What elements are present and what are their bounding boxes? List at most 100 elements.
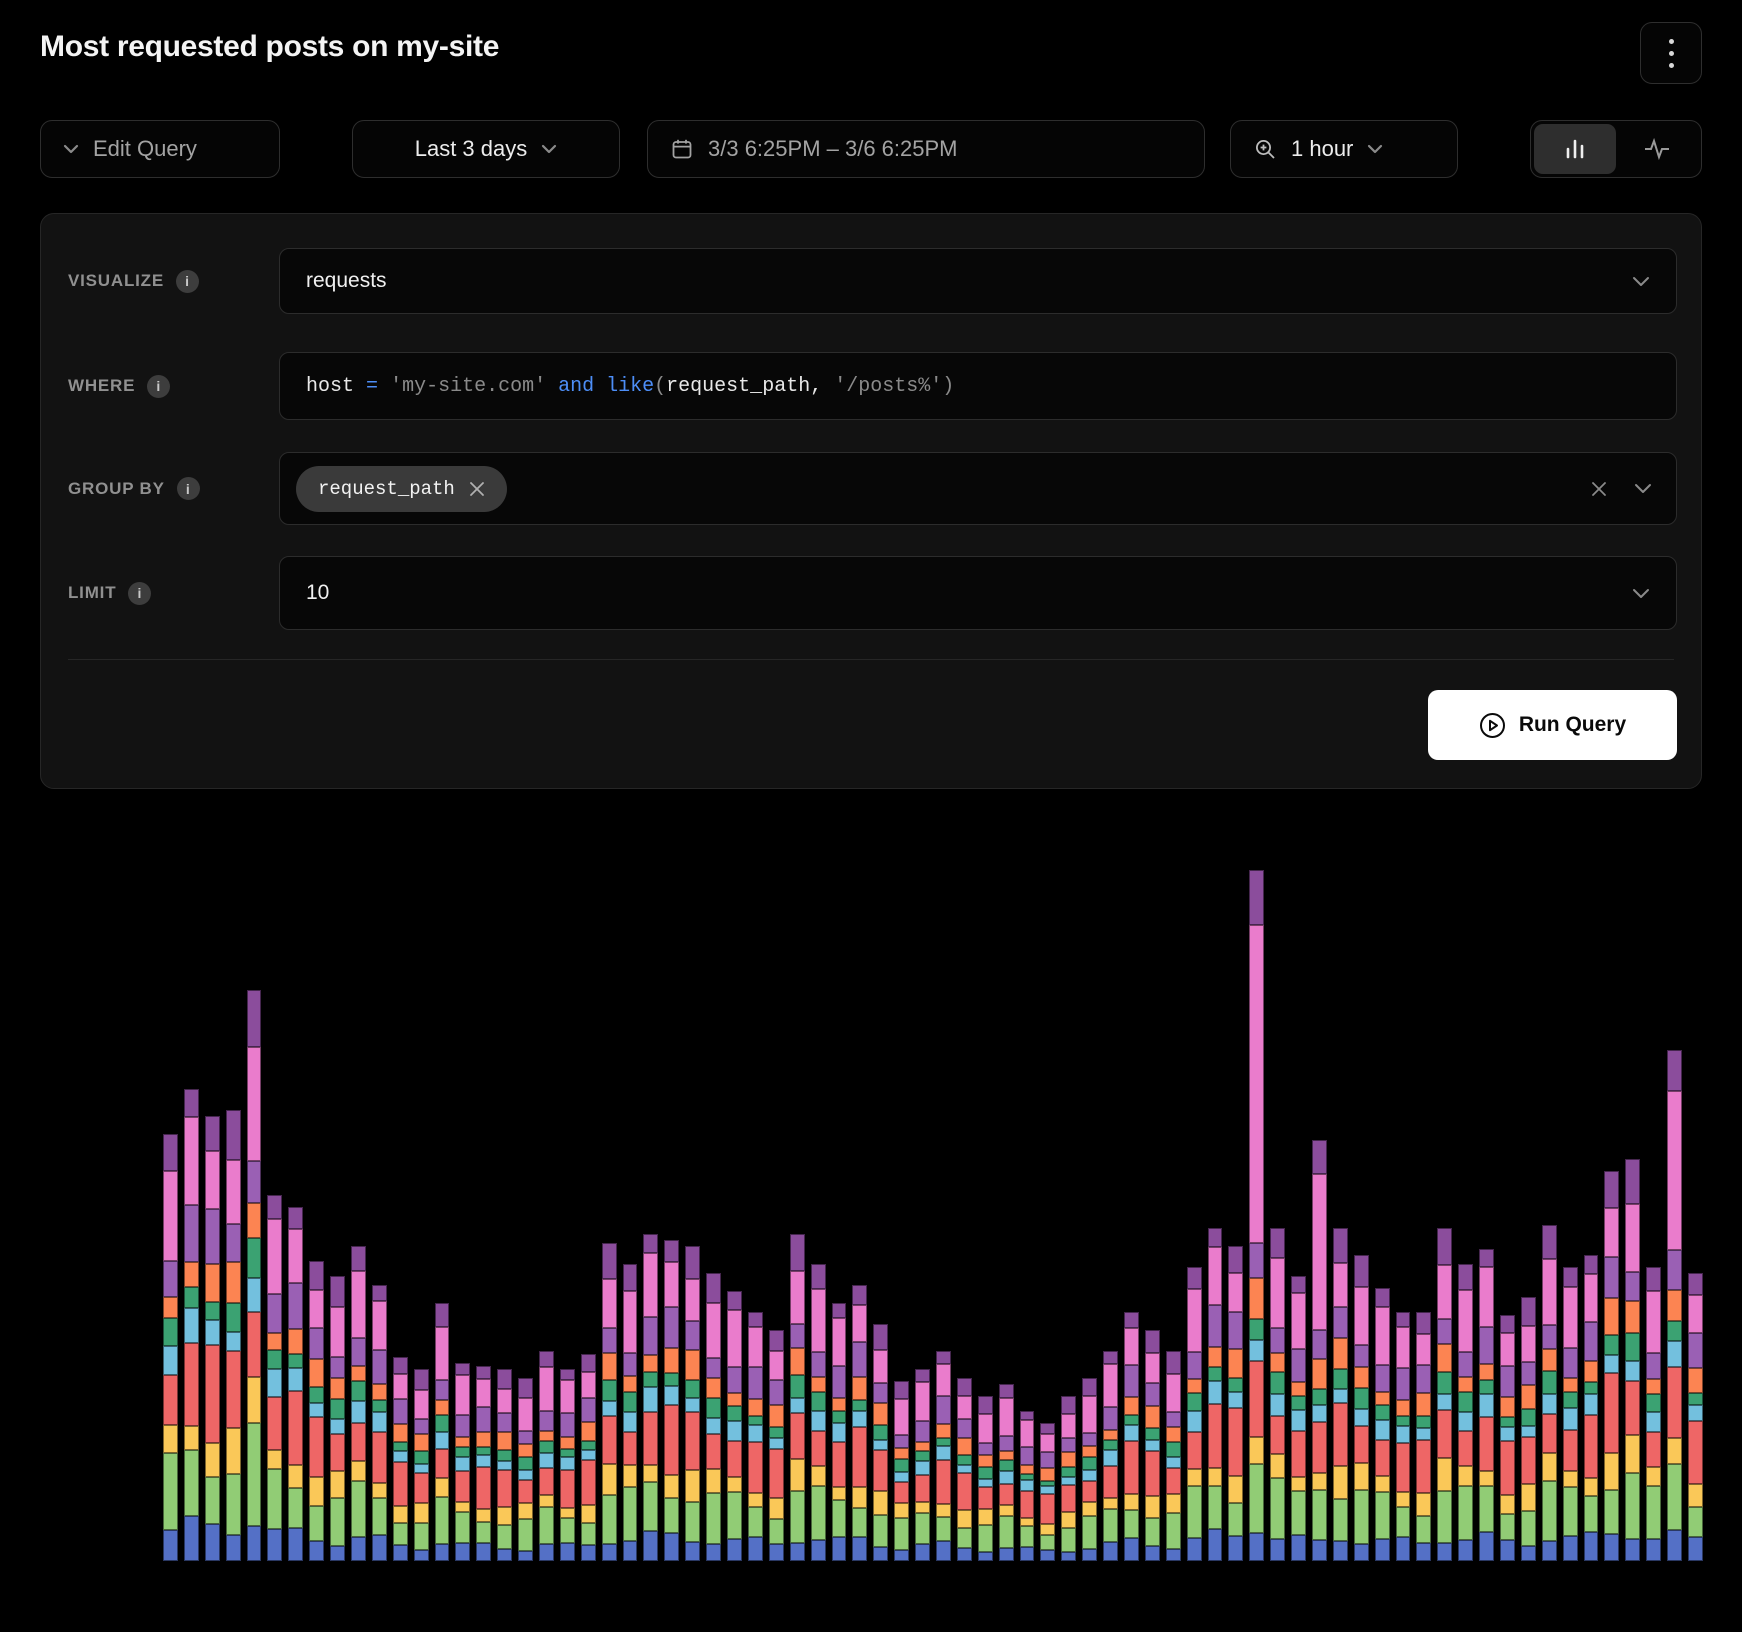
bar-stack[interactable] [247,990,262,1561]
bar-stack[interactable] [999,1384,1014,1561]
bar-stack[interactable] [1166,1351,1181,1561]
bar-stack[interactable] [205,1116,220,1561]
bar-stack[interactable] [811,1264,826,1561]
bar-stack[interactable] [497,1369,512,1561]
bar-segment-series_2 [915,1513,930,1545]
bar-stack[interactable] [539,1351,554,1561]
bar-stack[interactable] [748,1312,763,1561]
bar-stack[interactable] [476,1366,491,1561]
bar-stack[interactable] [1667,1050,1682,1561]
where-expression-input[interactable]: host = 'my-site.com' and like(request_pa… [279,352,1677,420]
visualize-select[interactable]: requests [279,248,1677,314]
more-options-button[interactable] [1640,22,1702,84]
bar-stack[interactable] [664,1240,679,1561]
bar-stack[interactable] [832,1303,847,1561]
bar-stack[interactable] [1103,1351,1118,1561]
bar-stack[interactable] [1187,1267,1202,1561]
bar-stack[interactable] [226,1110,241,1561]
bar-stack[interactable] [435,1303,450,1561]
bar-stack[interactable] [602,1243,617,1561]
close-icon[interactable] [469,481,485,497]
bar-stack[interactable] [1500,1315,1515,1561]
bar-stack[interactable] [267,1195,282,1561]
group-by-select[interactable]: request_path [279,452,1677,525]
bar-stack[interactable] [1688,1273,1703,1561]
bar-stack[interactable] [1625,1159,1640,1562]
bar-stack[interactable] [1416,1312,1431,1561]
bar-stack[interactable] [643,1234,658,1561]
run-query-button[interactable]: Run Query [1428,690,1677,760]
bar-stack[interactable] [1040,1423,1055,1561]
bar-stack[interactable] [455,1363,470,1561]
info-icon[interactable]: i [147,375,170,398]
bar-stack[interactable] [685,1246,700,1561]
bar-stack[interactable] [978,1396,993,1561]
bar-chart-toggle[interactable] [1534,124,1616,174]
clear-icon[interactable] [1590,480,1608,498]
bar-stack[interactable] [1020,1411,1035,1561]
bar-stack[interactable] [1542,1225,1557,1561]
date-range-picker[interactable]: 3/3 6:25PM – 3/6 6:25PM [647,120,1205,178]
bar-stack[interactable] [414,1369,429,1561]
bar-stack[interactable] [1458,1264,1473,1561]
bar-stack[interactable] [1124,1312,1139,1561]
info-icon[interactable]: i [128,582,151,605]
bar-stack[interactable] [1354,1255,1369,1561]
bar-stack[interactable] [936,1351,951,1561]
bar-stack[interactable] [330,1276,345,1561]
bar-stack[interactable] [1145,1330,1160,1561]
bar-stack[interactable] [873,1324,888,1561]
bar-segment-series_3 [1667,1438,1682,1464]
bar-stack[interactable] [1291,1276,1306,1561]
bar-segment-series_3 [351,1461,366,1480]
bar-stack[interactable] [1228,1246,1243,1561]
group-by-chip[interactable]: request_path [296,466,507,512]
info-icon[interactable]: i [176,270,199,293]
bar-stack[interactable] [706,1273,721,1561]
line-chart-toggle[interactable] [1616,124,1698,174]
bar-stack[interactable] [915,1369,930,1561]
bar-stack[interactable] [1396,1312,1411,1561]
bar-stack[interactable] [1061,1396,1076,1561]
bar-stack[interactable] [393,1357,408,1561]
bar-stack[interactable] [1208,1228,1223,1561]
bar-stack[interactable] [1437,1228,1452,1561]
bar-stack[interactable] [1375,1288,1390,1561]
bar-stack[interactable] [1312,1140,1327,1561]
bar-stack[interactable] [288,1207,303,1561]
bar-stack[interactable] [518,1378,533,1561]
info-icon[interactable]: i [177,477,200,500]
bar-stack[interactable] [894,1381,909,1561]
bar-stack[interactable] [1270,1228,1285,1561]
bar-stack[interactable] [1584,1255,1599,1561]
bar-segment-series_9 [790,1271,805,1325]
bar-stack[interactable] [351,1246,366,1561]
bar-stack[interactable] [1604,1171,1619,1561]
time-range-preset-dropdown[interactable]: Last 3 days [352,120,620,178]
bar-stack[interactable] [769,1330,784,1561]
bar-stack[interactable] [1563,1267,1578,1561]
bar-segment-series_8 [539,1411,554,1431]
bar-segment-series_2 [1354,1490,1369,1544]
bar-stack[interactable] [957,1378,972,1561]
bar-stack[interactable] [372,1285,387,1561]
bar-stack[interactable] [1333,1228,1348,1561]
bar-stack[interactable] [727,1291,742,1561]
edit-query-button[interactable]: Edit Query [40,120,280,178]
bar-stack[interactable] [581,1354,596,1561]
bar-stack[interactable] [1249,870,1264,1561]
bar-stack[interactable] [790,1234,805,1561]
bar-segment-series_7 [1208,1347,1223,1367]
bar-stack[interactable] [1521,1297,1536,1561]
limit-select[interactable]: 10 [279,556,1677,630]
bar-stack[interactable] [184,1089,199,1561]
bar-stack[interactable] [309,1261,324,1561]
bar-stack[interactable] [560,1369,575,1561]
granularity-dropdown[interactable]: 1 hour [1230,120,1458,178]
bar-stack[interactable] [163,1134,178,1561]
bar-stack[interactable] [1646,1267,1661,1561]
bar-stack[interactable] [1082,1378,1097,1561]
bar-stack[interactable] [1479,1249,1494,1561]
bar-stack[interactable] [852,1285,867,1561]
bar-stack[interactable] [623,1264,638,1561]
